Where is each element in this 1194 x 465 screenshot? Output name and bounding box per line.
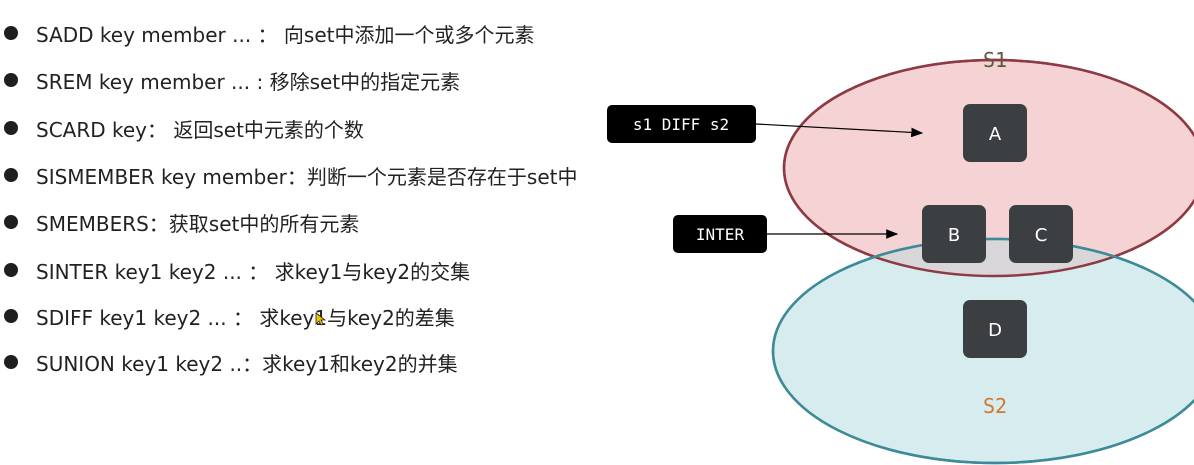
element-c: C — [1009, 205, 1073, 263]
set-s2-label: S2 — [983, 394, 1007, 418]
svg-text:A: A — [989, 124, 1002, 145]
set-s1-label: S1 — [983, 48, 1007, 72]
page: SADD key member ... ： 向set中添加一个或多个元素 SRE… — [0, 0, 1194, 465]
svg-text:C: C — [1035, 225, 1048, 246]
inter-tag: INTER — [673, 215, 767, 253]
element-a: A — [963, 104, 1027, 162]
svg-text:INTER: INTER — [696, 225, 745, 244]
svg-text:B: B — [948, 225, 960, 246]
element-d: D — [963, 300, 1027, 358]
element-b: B — [922, 205, 986, 263]
svg-text:s1 DIFF s2: s1 DIFF s2 — [633, 115, 729, 134]
svg-text:D: D — [988, 320, 1002, 341]
diff-tag: s1 DIFF s2 — [607, 105, 756, 143]
venn-diagram: S1 S2 A B C D s1 DIFF s2 INTER — [607, 48, 1194, 465]
